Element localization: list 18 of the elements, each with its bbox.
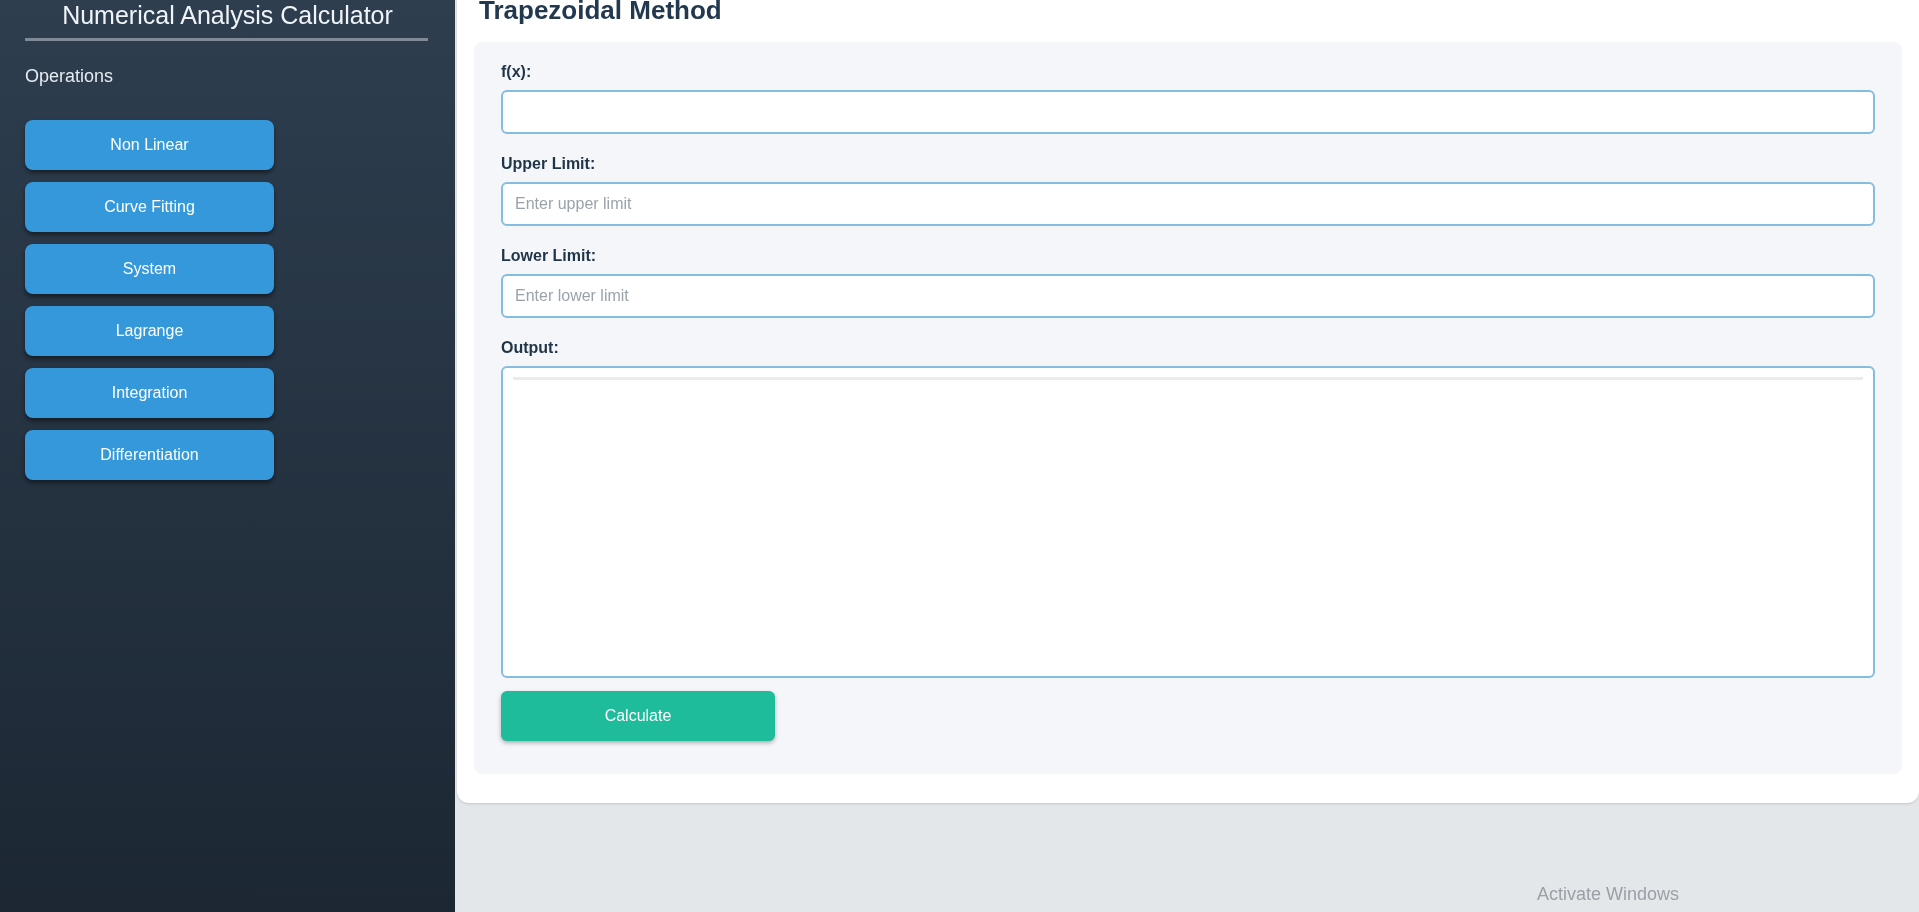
operation-button[interactable]: Curve Fitting (25, 182, 274, 232)
field-label: Output: (501, 338, 560, 358)
page-heading: Trapezoidal Method (479, 0, 723, 27)
input-field[interactable]: Enter lower limit (501, 274, 1875, 318)
input-field[interactable] (501, 90, 1875, 134)
input-field[interactable]: Enter upper limit (501, 182, 1875, 226)
section-heading: Operations (25, 65, 115, 88)
field-label: f(x): (501, 62, 533, 82)
operation-button[interactable]: Integration (25, 368, 274, 418)
operation-button[interactable]: Non Linear (25, 120, 274, 170)
system-notice: Activate Windows (1536, 883, 1679, 906)
operation-button[interactable]: Differentiation (25, 430, 274, 480)
field-label: Upper Limit: (501, 154, 597, 174)
operation-button[interactable]: System (25, 244, 274, 294)
operation-button[interactable]: Lagrange (25, 306, 274, 356)
calculate-button[interactable]: Calculate (501, 691, 775, 741)
app-title: Numerical Analysis Calculator (61, 0, 394, 31)
field-label: Lower Limit: (501, 246, 598, 266)
